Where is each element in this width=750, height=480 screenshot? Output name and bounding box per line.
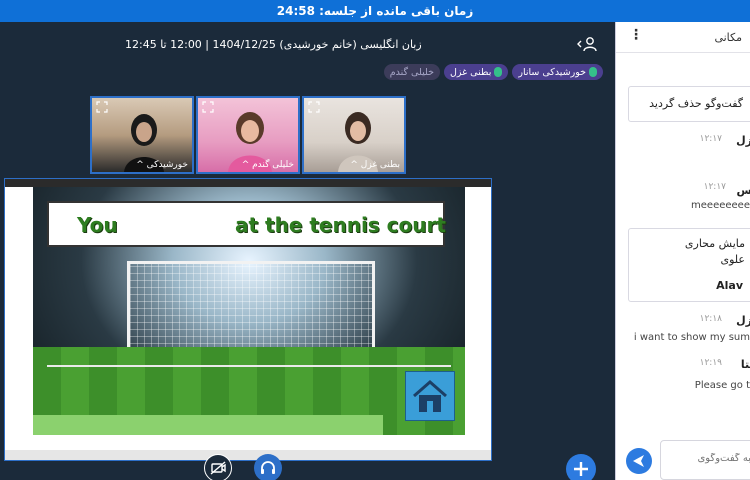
expand-icon[interactable] [96, 101, 108, 113]
message-text: i want to show my sum [633, 332, 750, 343]
webcam-tile[interactable]: خورشیدکی ^ [90, 96, 194, 174]
meeting-header: زبان انگلیسی (خانم خورشیدی) 1404/12/25 |… [0, 34, 615, 54]
chat-message: باس ۱۲:۱۷ meeeeeeee [691, 182, 750, 211]
headphones-icon [261, 461, 275, 474]
talker-name: بطنی غزل [450, 66, 492, 78]
chat-input-box[interactable] [660, 440, 750, 480]
chat-message: غزل ۱۲:۱۷ [700, 134, 750, 147]
divider [616, 52, 750, 53]
webcam-tile[interactable]: بطنی غزل ^ [302, 96, 406, 174]
audio-button[interactable] [254, 454, 282, 480]
webcam-tile[interactable]: خلیلی گندم ^ [196, 96, 300, 174]
talker-chip: بطنی غزل [444, 64, 509, 80]
message-time: ۱۲:۱۷ [699, 134, 722, 144]
chat-panel: مکانی ⋮ گفت‌وگو حذف گردید غزل ۱۲:۱۷ باس … [615, 22, 750, 480]
talker-chip: خورشیدکی سانار [512, 64, 603, 80]
plus-icon [574, 462, 588, 476]
send-icon [633, 455, 644, 467]
message-sender: باس [737, 184, 750, 197]
field-line [47, 365, 451, 367]
webcam-label: خورشیدکی ^ [136, 160, 188, 170]
poll-card: مایش محاری علوی Alav [628, 228, 750, 302]
message-sender: غزل [736, 314, 750, 327]
chat-message: بکتا ۱۲:۱۹ Please go t [695, 358, 750, 391]
system-message: گفت‌وگو حذف گردید [628, 86, 750, 122]
message-text: meeeeeeee [691, 200, 750, 211]
message-sender: غزل [736, 134, 750, 147]
chat-title: مکانی [714, 31, 742, 44]
webcam-label: خلیلی گندم ^ [241, 160, 294, 170]
chat-message: غزل ۱۲:۱۸ i want to show my sum [634, 314, 750, 343]
chat-options-icon[interactable]: ⋮ [629, 27, 643, 43]
session-timer: زمان باقی مانده از جلسه: 24:58 [276, 4, 474, 18]
slide-word-left: You [77, 213, 118, 237]
expand-icon[interactable] [308, 101, 320, 113]
answer-bar [33, 415, 383, 435]
message-time: ۱۲:۱۹ [699, 358, 722, 368]
actions-plus-button[interactable] [566, 454, 596, 480]
shared-window-statusbar [5, 450, 491, 460]
home-button[interactable] [405, 371, 455, 421]
screenshare-view[interactable]: You at the tennis court [4, 178, 492, 461]
sentence-box: You at the tennis court [47, 201, 446, 247]
message-time: ۱۲:۱۷ [703, 182, 726, 192]
presentation-slide: You at the tennis court [33, 187, 465, 435]
talker-name: خورشیدکی سانار [518, 66, 586, 78]
send-button[interactable] [626, 448, 652, 474]
meeting-area: زبان انگلیسی (خانم خورشیدی) 1404/12/25 |… [0, 22, 615, 480]
session-timer-bar: زمان باقی مانده از جلسه: 24:58 [0, 0, 750, 22]
talker-chip: خلیلی گندم [383, 64, 441, 80]
soccer-goal [127, 261, 375, 351]
talker-name: خلیلی گندم [389, 66, 435, 78]
mic-icon [494, 67, 503, 77]
poll-line: مایش محاری [684, 237, 745, 250]
system-message-text: گفت‌وگو حذف گردید [649, 97, 743, 110]
expand-icon[interactable] [202, 101, 214, 113]
poll-line: علوی [720, 253, 746, 266]
home-icon [413, 380, 447, 412]
camera-off-button[interactable] [204, 454, 232, 480]
talking-indicators: خورشیدکی سانار بطنی غزل خلیلی گندم [383, 64, 603, 80]
chat-header: مکانی ⋮ [616, 22, 750, 52]
camera-off-icon [210, 461, 226, 475]
slide-word-right: at the tennis court [235, 213, 446, 237]
webcam-label: بطنی غزل ^ [350, 160, 400, 170]
message-text: Please go t [694, 380, 750, 391]
message-sender: بکتا [740, 358, 750, 371]
users-toggle-icon[interactable] [577, 36, 599, 52]
mic-icon [589, 67, 597, 77]
meeting-title: زبان انگلیسی (خانم خورشیدی) 1404/12/25 |… [125, 38, 422, 51]
message-time: ۱۲:۱۸ [699, 314, 722, 324]
chat-input[interactable] [665, 453, 750, 464]
shared-window-titlebar [5, 179, 491, 187]
poll-line: Alav [716, 279, 743, 292]
